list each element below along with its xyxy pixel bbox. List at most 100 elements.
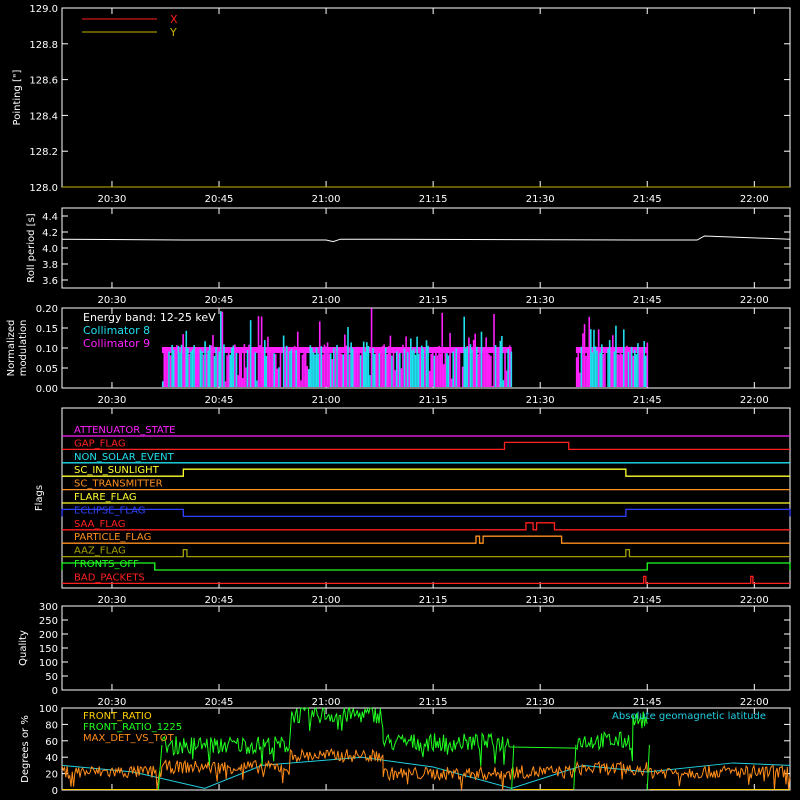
collimator-8-bar xyxy=(307,369,310,387)
collimator-9-bar xyxy=(504,346,506,387)
collimator-9-bar xyxy=(430,353,433,387)
collimator-9-bar xyxy=(604,352,606,387)
legend-label-y: Y xyxy=(169,26,177,39)
collimator-9-bar xyxy=(268,353,271,387)
y-tick-label: 0.20 xyxy=(36,304,58,315)
collimator-8-bar xyxy=(372,348,374,387)
collimator-8-bar xyxy=(630,346,633,387)
x-tick-label: 22:00 xyxy=(740,697,769,708)
collimator-9-bar xyxy=(474,333,476,387)
collimator-8-bar xyxy=(263,340,266,387)
collimator-9-bar xyxy=(386,354,389,387)
collimator-9-bar xyxy=(194,348,197,387)
legend-max-det-vs-tot: MAX_DET_VS_TOT xyxy=(83,733,175,744)
flag-label-saa-flag: SAA_FLAG xyxy=(74,519,125,530)
collimator-9-bar xyxy=(267,336,269,387)
collimator-9-bar xyxy=(579,372,581,387)
y-tick-label: 0.15 xyxy=(36,324,58,335)
y-axis-label: Normalized xyxy=(6,320,17,377)
collimator-8-bar xyxy=(463,316,465,387)
front-ratio-edge xyxy=(511,744,515,791)
stix-quicklook-figure: 20:30 20:45 21:00 21:15 21:30 21:45 22:00 128.0… xyxy=(6,4,791,797)
x-tick-label: 21:15 xyxy=(419,295,448,306)
collimator-9-bar xyxy=(287,348,290,387)
y-tick-label: 80 xyxy=(45,720,58,731)
x-tick-label: 20:30 xyxy=(98,194,127,205)
flag-label-fronts-off: FRONTS_OFF xyxy=(74,559,139,570)
collimator-9-bar xyxy=(381,346,384,387)
collimator-9-bar xyxy=(577,347,580,387)
collimator-9-bar xyxy=(582,333,584,387)
collimator-8-bar xyxy=(613,351,616,387)
collimator-8-bar xyxy=(249,320,252,387)
y-tick-label: 150 xyxy=(39,644,58,655)
x-tick-label: 20:45 xyxy=(205,395,234,406)
flag-label-sc-transmitter: SC_TRANSMITTER xyxy=(74,479,163,490)
x-tick-label: 21:00 xyxy=(312,395,341,406)
collimator-9-bar xyxy=(322,354,324,387)
collimator-8-bar xyxy=(199,348,202,387)
collimator-9-bar xyxy=(428,370,431,387)
collimator-9-bar xyxy=(610,347,613,387)
collimator-9-bar xyxy=(296,331,299,387)
collimator-9-bar xyxy=(450,378,453,387)
collimator-8-bar xyxy=(172,349,175,387)
collimator-9-bar xyxy=(344,334,346,387)
x-tick-label: 21:30 xyxy=(526,194,555,205)
collimator-9-bar xyxy=(453,349,456,387)
collimator-9-bar xyxy=(196,349,199,387)
x-tick-label: 21:00 xyxy=(312,194,341,205)
collimator-8-bar xyxy=(406,351,409,387)
collimator-8-bar xyxy=(223,344,225,387)
collimator-9-bar xyxy=(337,350,340,387)
collimator-8-bar xyxy=(502,380,505,387)
collimator-9-bar xyxy=(279,350,282,387)
collimator-8-bar xyxy=(596,350,598,387)
x-tick-label: 21:45 xyxy=(633,697,662,708)
legend-collimator-8: Collimator 8 xyxy=(83,324,150,337)
collimator-8-bar xyxy=(282,335,285,387)
y-axis-label: Degrees or % xyxy=(20,715,31,783)
collimator-9-bar xyxy=(221,311,224,387)
collimator-8-bar xyxy=(501,336,503,387)
collimator-9-bar xyxy=(326,342,329,387)
y-tick-label: 128.4 xyxy=(29,111,58,122)
y-axis-label: Roll period [s] xyxy=(26,213,37,282)
collimator-9-bar xyxy=(212,335,214,387)
x-tick-label: 20:30 xyxy=(98,595,127,606)
collimator-9-bar xyxy=(248,344,250,387)
x-tick-label: 20:45 xyxy=(205,295,234,306)
flag-label-eclipse-flag: ECLIPSE_FLAG xyxy=(74,505,145,516)
collimator-9-bar xyxy=(585,355,587,387)
collimator-9-bar xyxy=(325,346,327,387)
collimator-8-bar xyxy=(351,348,354,387)
collimator-8-bar xyxy=(312,352,315,387)
collimator-9-bar xyxy=(646,342,649,387)
flag-label-gap-flag: GAP_FLAG xyxy=(74,438,126,449)
collimator-8-bar xyxy=(179,352,181,387)
collimator-9-bar xyxy=(345,345,348,387)
flag-line-aaz-flag xyxy=(62,548,790,558)
legend-collimator-9: Collimator 9 xyxy=(83,337,150,350)
y-tick-label: 129.0 xyxy=(29,4,58,15)
collimator-9-bar xyxy=(259,345,261,387)
collimator-9-bar xyxy=(640,347,642,387)
collimator-9-bar xyxy=(252,351,255,387)
collimator-8-bar xyxy=(359,355,362,387)
collimator-8-bar xyxy=(413,348,415,387)
collimator-8-bar xyxy=(309,345,312,387)
collimator-8-bar xyxy=(231,347,233,387)
collimator-8-bar xyxy=(273,353,276,387)
collimator-8-bar xyxy=(635,354,638,387)
collimator-8-bar xyxy=(187,348,189,387)
collimator-9-bar xyxy=(380,347,382,387)
collimator-9-bar xyxy=(274,354,277,387)
collimator-9-bar xyxy=(205,353,208,387)
y-axis-label: Pointing ["] xyxy=(12,69,23,125)
collimator-8-bar xyxy=(161,381,164,387)
x-tick-label: 21:45 xyxy=(633,194,662,205)
flag-line-particle-flag xyxy=(62,535,790,544)
collimator-9-bar xyxy=(641,351,644,387)
collimator-9-bar xyxy=(483,350,486,387)
collimator-8-bar xyxy=(229,354,232,387)
